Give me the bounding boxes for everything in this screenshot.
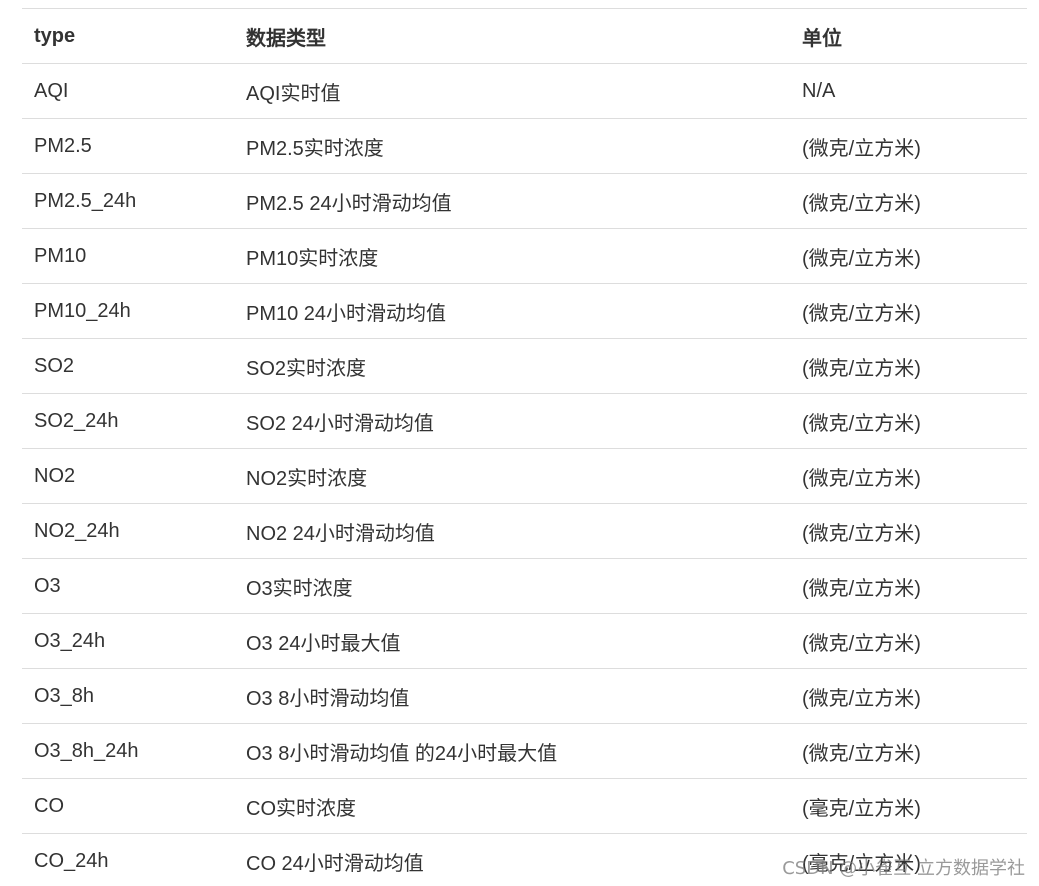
cell-data-type: PM2.5 24小时滑动均值 bbox=[234, 173, 790, 229]
cell-unit: (微克/立方米) bbox=[790, 668, 1027, 724]
cell-data-type: O3 8小时滑动均值 的24小时最大值 bbox=[234, 723, 790, 779]
table-row: O3_8h_24h O3 8小时滑动均值 的24小时最大值 (微克/立方米) bbox=[22, 723, 1027, 779]
cell-type: O3_24h bbox=[22, 613, 234, 669]
cell-unit: (微克/立方米) bbox=[790, 338, 1027, 394]
data-table: type 数据类型 单位 AQI AQI实时值 N/A PM2.5 PM2.5实时浓度(… bbox=[22, 8, 1027, 886]
page: type 数据类型 单位 AQI AQI实时值 N/A PM2.5 PM2.5实时浓度(… bbox=[0, 0, 1039, 886]
cell-data-type: AQI实时值 bbox=[234, 63, 790, 119]
table-row: O3_8h O3 8小时滑动均值 (微克/立方米) bbox=[22, 668, 1027, 724]
cell-unit: (微克/立方米) bbox=[790, 503, 1027, 559]
cell-data-type: O3实时浓度 bbox=[234, 558, 790, 614]
cell-type: PM2.5 bbox=[22, 118, 234, 174]
cell-unit: (微克/立方米) bbox=[790, 613, 1027, 669]
cell-type: PM10 bbox=[22, 228, 234, 284]
cell-data-type: CO 24小时滑动均值 bbox=[234, 833, 790, 886]
cell-unit: (微克/立方米) bbox=[790, 558, 1027, 614]
table-row: NO2_24h NO2 24小时滑动均值 (微克/立方米) bbox=[22, 503, 1027, 559]
cell-unit: (毫克/立方米) bbox=[790, 778, 1027, 834]
cell-type: PM10_24h bbox=[22, 283, 234, 339]
header-type: type bbox=[22, 8, 234, 64]
cell-data-type: SO2实时浓度 bbox=[234, 338, 790, 394]
cell-type: PM2.5_24h bbox=[22, 173, 234, 229]
table-row: PM10 PM10实时浓度 (微克/立方米) bbox=[22, 228, 1027, 284]
cell-unit: N/A bbox=[790, 63, 1027, 119]
cell-unit: (微克/立方米) bbox=[790, 118, 1027, 174]
cell-unit: (微克/立方米) bbox=[790, 393, 1027, 449]
cell-type: SO2_24h bbox=[22, 393, 234, 449]
cell-type: O3_8h bbox=[22, 668, 234, 724]
cell-type: CO_24h bbox=[22, 833, 234, 886]
table-row: SO2_24h SO2 24小时滑动均值 (微克/立方米) bbox=[22, 393, 1027, 449]
table-row: AQI AQI实时值 N/A bbox=[22, 63, 1027, 119]
cell-unit: (微克/立方米) bbox=[790, 173, 1027, 229]
cell-unit: (微克/立方米) bbox=[790, 228, 1027, 284]
table-header-row: type 数据类型 单位 bbox=[22, 8, 1027, 64]
watermark: CSDN @小雀互 立方数据学社 bbox=[782, 858, 1025, 879]
cell-data-type: NO2实时浓度 bbox=[234, 448, 790, 504]
table-row: O3 O3实时浓度 (微克/立方米) bbox=[22, 558, 1027, 614]
cell-unit: (微克/立方米) bbox=[790, 723, 1027, 779]
table-row: PM10_24h PM10 24小时滑动均值 (微克/立方米) bbox=[22, 283, 1027, 339]
cell-data-type: SO2 24小时滑动均值 bbox=[234, 393, 790, 449]
table-row: CO CO实时浓度 (毫克/立方米) bbox=[22, 778, 1027, 834]
cell-type: NO2 bbox=[22, 448, 234, 504]
table-row: PM2.5 PM2.5实时浓度 (微克/立方米) bbox=[22, 118, 1027, 174]
cell-unit: (微克/立方米) bbox=[790, 448, 1027, 504]
cell-type: O3_8h_24h bbox=[22, 723, 234, 779]
cell-unit: (微克/立方米) bbox=[790, 283, 1027, 339]
header-unit: 单位 bbox=[790, 8, 1027, 64]
table-body: AQI AQI实时值 N/A PM2.5 PM2.5实时浓度 (微克/立方米) PM2.5_… bbox=[22, 63, 1027, 886]
cell-data-type: O3 8小时滑动均值 bbox=[234, 668, 790, 724]
table-row: SO2 SO2实时浓度 (微克/立方米) bbox=[22, 338, 1027, 394]
table-row: O3_24h O3 24小时最大值 (微克/立方米) bbox=[22, 613, 1027, 669]
cell-data-type: O3 24小时最大值 bbox=[234, 613, 790, 669]
cell-type: AQI bbox=[22, 63, 234, 119]
cell-type: NO2_24h bbox=[22, 503, 234, 559]
cell-type: CO bbox=[22, 778, 234, 834]
cell-type: SO2 bbox=[22, 338, 234, 394]
header-data-type: 数据类型 bbox=[234, 8, 790, 64]
cell-data-type: PM2.5实时浓度 bbox=[234, 118, 790, 174]
cell-type: O3 bbox=[22, 558, 234, 614]
table-row: NO2 NO2实时浓度 (微克/立方米) bbox=[22, 448, 1027, 504]
cell-data-type: PM10实时浓度 bbox=[234, 228, 790, 284]
cell-data-type: CO实时浓度 bbox=[234, 778, 790, 834]
cell-data-type: NO2 24小时滑动均值 bbox=[234, 503, 790, 559]
cell-data-type: PM10 24小时滑动均值 bbox=[234, 283, 790, 339]
table-row: PM2.5_24h PM2.5 24小时滑动均值 (微克/立方米) bbox=[22, 173, 1027, 229]
